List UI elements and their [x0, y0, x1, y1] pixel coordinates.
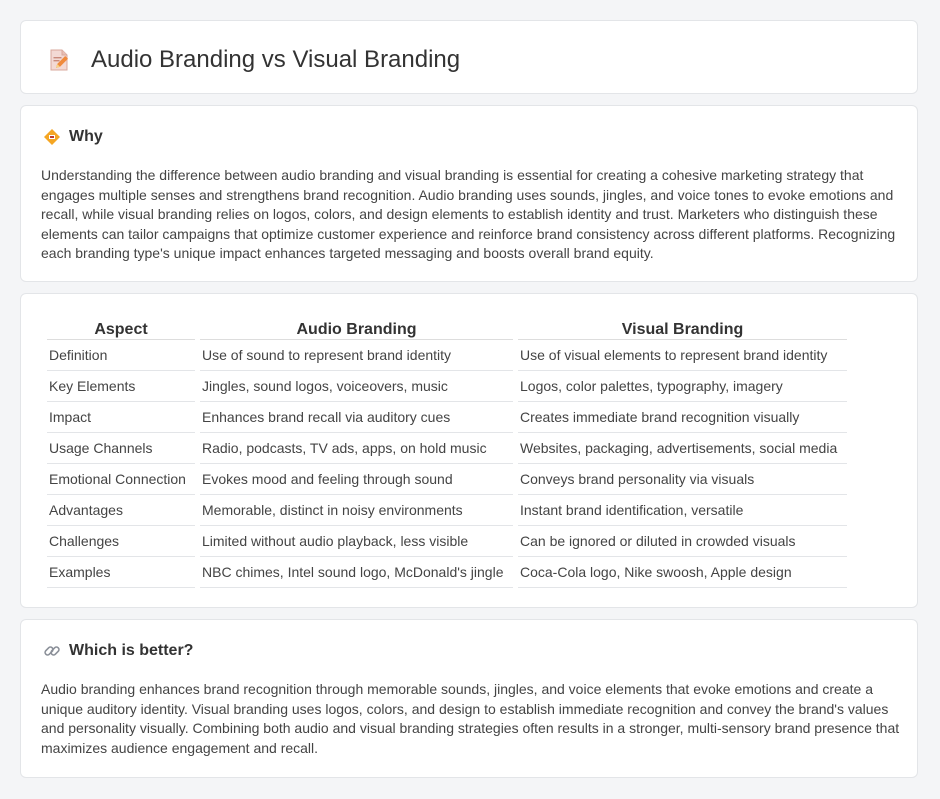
header-visual-branding: Visual Branding — [518, 316, 847, 340]
aspect-cell: Examples — [47, 557, 195, 588]
aspect-cell: Challenges — [47, 526, 195, 557]
visual-cell: Conveys brand personality via visuals — [518, 464, 847, 495]
title-row: Audio Branding vs Visual Branding — [47, 46, 460, 74]
aspect-cell: Impact — [47, 402, 195, 433]
table-row: Emotional Connection Evokes mood and feel… — [47, 464, 847, 495]
visual-cell: Can be ignored or diluted in crowded vis… — [518, 526, 847, 557]
table-row: Impact Enhances brand recall via auditory… — [47, 402, 847, 433]
header-audio-branding: Audio Branding — [200, 316, 513, 340]
why-text: Understanding the difference between aud… — [41, 167, 896, 262]
visual-cell: Instant brand identification, versatile — [518, 495, 847, 526]
better-text: Audio branding enhances brand recognitio… — [41, 681, 900, 756]
visual-cell: Websites, packaging, advertisements, soc… — [518, 433, 847, 464]
visual-cell: Use of visual elements to represent bran… — [518, 340, 847, 371]
aspect-cell: Emotional Connection — [47, 464, 195, 495]
page-title: Audio Branding vs Visual Branding — [91, 46, 461, 73]
table-row: Challenges Limited without audio playback… — [47, 526, 847, 557]
visual-cell: Creates immediate brand recognition visu… — [518, 402, 847, 433]
aspect-cell: Definition — [47, 340, 195, 371]
audio-cell: Memorable, distinct in noisy environment… — [200, 495, 513, 526]
diamond-sign-icon — [43, 128, 61, 146]
table-row: Advantages Memorable, distinct in noisy e… — [47, 495, 847, 526]
document-pencil-icon — [47, 48, 71, 72]
audio-cell: Limited without audio playback, less vis… — [200, 526, 513, 557]
visual-cell: Coca-Cola logo, Nike swoosh, Apple desig… — [518, 557, 847, 588]
header-aspect: Aspect — [47, 316, 195, 340]
which-is-better-card: Which is better? Audio branding enhances… — [20, 619, 918, 778]
table-row: Definition Use of sound to represent bran… — [47, 340, 847, 371]
audio-cell: Use of sound to represent brand identity — [200, 340, 513, 371]
why-card: Why Understanding the difference between… — [20, 105, 918, 282]
audio-cell: Radio, podcasts, TV ads, apps, on hold m… — [200, 433, 513, 464]
audio-cell: Evokes mood and feeling through sound — [200, 464, 513, 495]
aspect-cell: Advantages — [47, 495, 195, 526]
table-header-row: Aspect Audio Branding Visual Branding — [47, 316, 847, 340]
why-title: Why — [69, 128, 103, 145]
visual-cell: Logos, color palettes, typography, image… — [518, 371, 847, 402]
table-row: Examples NBC chimes, Intel sound logo, Mc… — [47, 557, 847, 588]
better-heading: Which is better? — [43, 642, 193, 660]
aspect-cell: Usage Channels — [47, 433, 195, 464]
comparison-card: Aspect Audio Branding Visual Branding De… — [20, 293, 918, 608]
title-card: Audio Branding vs Visual Branding — [20, 20, 918, 94]
comparison-table: Aspect Audio Branding Visual Branding De… — [42, 316, 852, 588]
audio-cell: NBC chimes, Intel sound logo, McDonald's… — [200, 557, 513, 588]
table-row: Usage Channels Radio, podcasts, TV ads, a… — [47, 433, 847, 464]
better-title: Which is better? — [69, 642, 194, 659]
aspect-cell: Key Elements — [47, 371, 195, 402]
why-heading: Why — [43, 128, 103, 146]
audio-cell: Jingles, sound logos, voiceovers, music — [200, 371, 513, 402]
link-icon — [43, 642, 61, 660]
audio-cell: Enhances brand recall via auditory cues — [200, 402, 513, 433]
table-row: Key Elements Jingles, sound logos, voiceo… — [47, 371, 847, 402]
